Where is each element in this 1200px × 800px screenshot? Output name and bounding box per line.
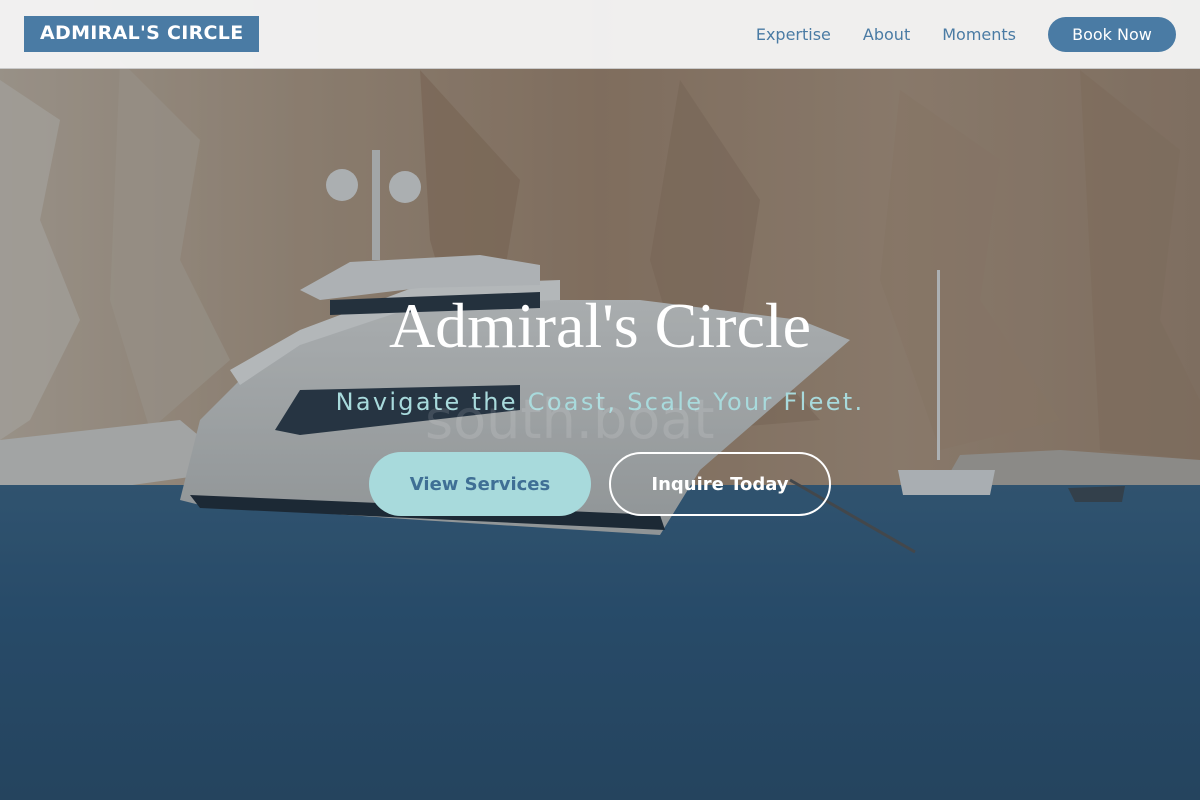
nav-link-about[interactable]: About xyxy=(863,25,910,44)
hero-title: Admiral's Circle xyxy=(388,290,812,361)
nav-link-moments[interactable]: Moments xyxy=(942,25,1016,44)
cta-row: View Services Inquire Today xyxy=(0,452,1200,516)
hero-section: Admiral's Circle Navigate the Coast, Sca… xyxy=(0,285,1200,516)
brand-logo[interactable]: ADMIRAL'S CIRCLE xyxy=(24,16,260,52)
navbar: ADMIRAL'S CIRCLE Expertise About Moments… xyxy=(0,0,1200,69)
inquire-today-button[interactable]: Inquire Today xyxy=(609,452,831,516)
view-services-button[interactable]: View Services xyxy=(369,452,591,516)
hero-subtitle: Navigate the Coast, Scale Your Fleet. xyxy=(335,388,865,416)
book-now-button[interactable]: Book Now xyxy=(1048,16,1176,52)
nav-link-expertise[interactable]: Expertise xyxy=(756,25,831,44)
nav-links: Expertise About Moments Book Now xyxy=(756,16,1176,52)
